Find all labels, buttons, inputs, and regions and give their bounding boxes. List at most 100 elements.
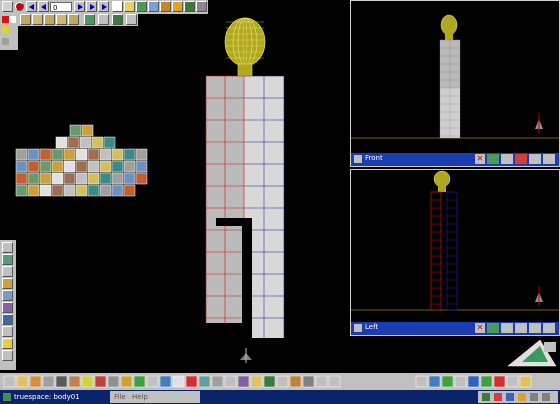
palette-tool-icon[interactable] — [15, 184, 28, 197]
palette-tool-icon[interactable] — [63, 160, 76, 173]
palette-tool-icon[interactable] — [111, 148, 124, 161]
palette-tool-icon[interactable] — [87, 184, 100, 197]
record-icon[interactable] — [15, 2, 24, 11]
tray-icon[interactable] — [506, 393, 514, 401]
palette-tool-icon[interactable] — [39, 160, 52, 173]
palette-tool-icon[interactable] — [75, 172, 88, 185]
render-icon[interactable] — [2, 314, 13, 325]
eye-rotate-icon[interactable] — [501, 323, 513, 333]
palette-tool-icon[interactable] — [63, 184, 76, 197]
scene-tool-icon[interactable] — [506, 375, 519, 388]
palette-tool-icon[interactable] — [135, 172, 148, 185]
scene-tool-icon[interactable] — [454, 375, 467, 388]
object-tool-icon[interactable] — [263, 375, 276, 388]
left-viewport-titlebar[interactable]: Left ✕ — [351, 322, 559, 335]
object-tool-icon[interactable] — [2, 242, 13, 253]
palette-tool-icon[interactable] — [111, 172, 124, 185]
menu-file[interactable]: File — [114, 393, 126, 401]
object-tool-icon[interactable] — [328, 375, 341, 388]
grid-icon[interactable] — [2, 326, 13, 337]
path-icon[interactable] — [124, 1, 135, 12]
sound-icon[interactable] — [148, 1, 159, 12]
scene-tool-icon[interactable] — [467, 375, 480, 388]
render-animation-icon[interactable] — [160, 1, 171, 12]
close-icon[interactable]: ✕ — [475, 154, 485, 164]
front-viewport-titlebar[interactable]: Front ✕ — [351, 153, 559, 166]
scene-tool-icon[interactable] — [428, 375, 441, 388]
palette-tool-icon[interactable] — [75, 160, 88, 173]
palette-tool-icon[interactable] — [87, 148, 100, 161]
secondary-color-icon[interactable] — [9, 16, 16, 23]
palette-tool-icon[interactable] — [123, 148, 136, 161]
keyframe-editor-icon[interactable] — [112, 1, 123, 12]
palette-tool-icon[interactable] — [51, 160, 64, 173]
lathe-icon[interactable] — [44, 14, 55, 25]
object-tool-icon[interactable] — [94, 375, 107, 388]
scene-tool-icon[interactable] — [493, 375, 506, 388]
object-tool-icon[interactable] — [159, 375, 172, 388]
palette-tool-icon[interactable] — [15, 160, 28, 173]
tray-icon[interactable] — [530, 393, 538, 401]
smooth-icon[interactable] — [84, 14, 95, 25]
palette-tool-icon[interactable] — [15, 172, 28, 185]
object-tool-icon[interactable] — [198, 375, 211, 388]
palette-tool-icon[interactable] — [79, 136, 92, 149]
palette-tool-icon[interactable] — [99, 184, 112, 197]
object-tool-icon[interactable] — [55, 375, 68, 388]
object-tool-icon[interactable] — [276, 375, 289, 388]
viewport-menu-icon[interactable] — [354, 324, 362, 332]
eye-move-icon[interactable] — [487, 323, 499, 333]
frame-field[interactable]: 0 — [50, 2, 72, 12]
object-tool-icon[interactable] — [250, 375, 263, 388]
material-editor-icon[interactable] — [2, 302, 13, 313]
navigation-widget[interactable] — [500, 336, 560, 372]
palette-tool-icon[interactable] — [111, 160, 124, 173]
deform-icon[interactable] — [20, 14, 31, 25]
palette-tool-icon[interactable] — [87, 160, 100, 173]
palette-tool-icon[interactable] — [39, 148, 52, 161]
palette-tool-icon[interactable] — [75, 148, 88, 161]
material-icon[interactable] — [2, 26, 9, 33]
palette-tool-icon[interactable] — [69, 124, 82, 137]
left-view-canvas[interactable] — [351, 170, 559, 322]
object-tool-icon[interactable] — [146, 375, 159, 388]
left-viewport[interactable]: Left ✕ — [350, 169, 560, 336]
scene-tool-icon[interactable] — [441, 375, 454, 388]
scene-tool-icon[interactable] — [480, 375, 493, 388]
palette-tool-icon[interactable] — [123, 160, 136, 173]
tray-icon[interactable] — [482, 393, 490, 401]
scene-tool-icon[interactable] — [519, 375, 532, 388]
redo-icon[interactable] — [112, 14, 123, 25]
palette-tool-icon[interactable] — [51, 148, 64, 161]
palette-tool-icon[interactable] — [63, 148, 76, 161]
stop-icon[interactable] — [2, 1, 13, 12]
palette-tool-icon[interactable] — [99, 148, 112, 161]
close-icon[interactable]: ✕ — [475, 323, 485, 333]
object-tool-icon[interactable] — [302, 375, 315, 388]
object-tool-icon[interactable] — [289, 375, 302, 388]
object-tool-icon[interactable] — [29, 375, 42, 388]
object-tool-icon[interactable] — [237, 375, 250, 388]
camera-icon[interactable] — [2, 290, 13, 301]
eye-zoom-icon[interactable] — [515, 154, 527, 164]
front-view-canvas[interactable] — [351, 1, 559, 153]
object-tool-icon[interactable] — [3, 375, 16, 388]
step-back-icon[interactable] — [38, 1, 49, 12]
object-tool-icon[interactable] — [16, 375, 29, 388]
eye-rotate-icon[interactable] — [2, 266, 13, 277]
paint-icon[interactable] — [2, 38, 9, 45]
light-icon[interactable] — [2, 278, 13, 289]
palette-tool-icon[interactable] — [39, 184, 52, 197]
object-tool-icon[interactable] — [211, 375, 224, 388]
eye-rotate-icon[interactable] — [501, 154, 513, 164]
palette-tool-icon[interactable] — [99, 172, 112, 185]
palette-tool-icon[interactable] — [27, 160, 40, 173]
palette-tool-icon[interactable] — [27, 148, 40, 161]
tray-icon[interactable] — [494, 393, 502, 401]
object-tool-icon[interactable] — [224, 375, 237, 388]
palette-tool-icon[interactable] — [111, 184, 124, 197]
step-forward-icon[interactable] — [86, 1, 97, 12]
view-rotate-icon[interactable] — [543, 154, 555, 164]
palette-tool-icon[interactable] — [39, 172, 52, 185]
palette-tool-icon[interactable] — [103, 136, 116, 149]
